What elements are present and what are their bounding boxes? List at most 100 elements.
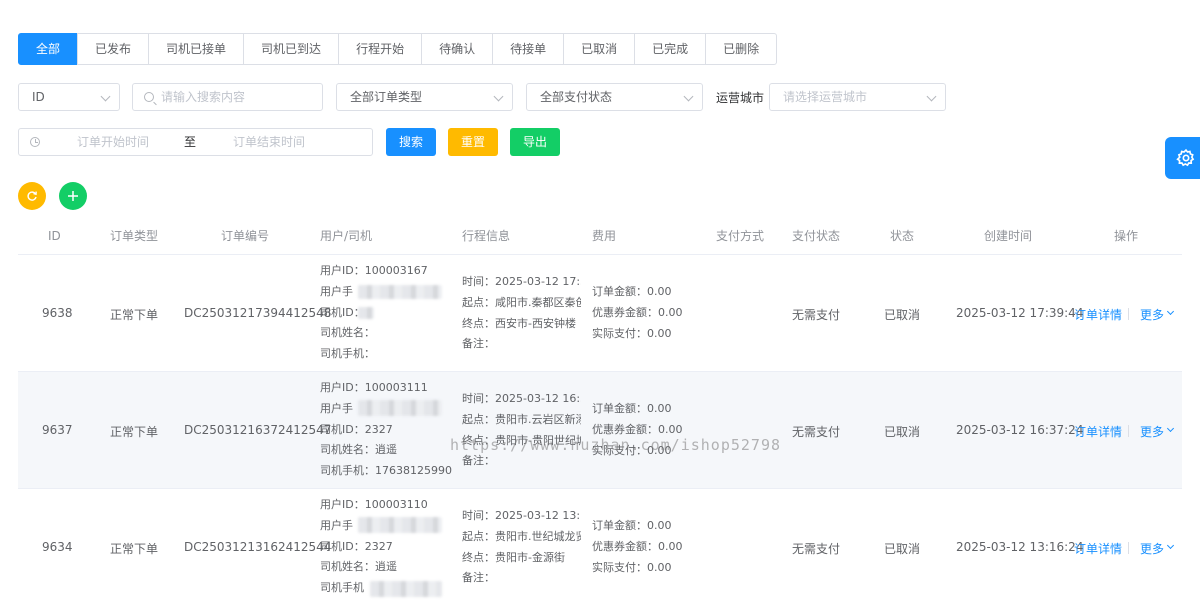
cell-order-type: 正常下单 — [110, 542, 159, 556]
tab-deleted[interactable]: 已删除 — [705, 33, 778, 65]
trip-start: 起点：贵阳市.云岩区新添 — [462, 412, 581, 426]
cell-status: 已取消 — [884, 542, 921, 556]
user-id: 用户ID：100003167 — [320, 264, 428, 277]
city-select[interactable]: 请选择运营城市 — [769, 83, 946, 111]
search-placeholder: 请输入搜索内容 — [161, 90, 246, 104]
clock-icon — [30, 137, 40, 147]
table-header: ID 订单类型 订单编号 用户/司机 行程信息 费用 支付方式 支付状态 状态 … — [18, 218, 1182, 255]
cell-status: 已取消 — [884, 308, 921, 322]
fee-order-amount: 订单金额：0.00 — [592, 402, 672, 415]
trip-time: 时间：2025-03-12 13:16: — [462, 509, 581, 522]
refresh-icon — [27, 191, 37, 201]
tab-pending-accept[interactable]: 待接单 — [492, 33, 565, 65]
trip-note: 备注： — [462, 337, 495, 351]
more-dropdown[interactable]: 更多 — [1140, 423, 1164, 440]
action-divider — [1128, 542, 1129, 554]
search-input[interactable]: 请输入搜索内容 — [132, 83, 323, 111]
refresh-button[interactable] — [18, 182, 46, 210]
tab-trip-started[interactable]: 行程开始 — [338, 33, 423, 65]
gear-icon — [1176, 148, 1195, 167]
col-trip-info: 行程信息 — [462, 229, 511, 243]
fee-paid-amount: 实际支付：0.00 — [592, 560, 672, 574]
cell-order-no: DC25031217394412548 — [184, 306, 332, 320]
user-id: 用户ID：100003111 — [320, 381, 428, 394]
cell-id: 9638 — [42, 306, 73, 320]
tab-driver-arrived[interactable]: 司机已到达 — [243, 33, 340, 65]
trip-note: 备注： — [462, 454, 495, 468]
redacted-driver-phone — [370, 581, 442, 597]
more-dropdown[interactable]: 更多 — [1140, 540, 1164, 557]
action-divider — [1128, 425, 1129, 437]
table-row: 9634 正常下单 DC25031213162412544 用户ID：10000… — [18, 489, 1182, 602]
chevron-down-icon — [1166, 541, 1175, 550]
tab-driver-accepted[interactable]: 司机已接单 — [148, 33, 245, 65]
date-range-picker[interactable]: 订单开始时间 至 订单结束时间 — [18, 128, 373, 156]
cell-pay-status: 无需支付 — [792, 542, 841, 556]
trip-time: 时间：2025-03-12 17:39: — [462, 275, 581, 288]
fee-order-amount: 订单金额：0.00 — [592, 519, 672, 532]
col-fee: 费用 — [592, 229, 617, 243]
cell-order-type: 正常下单 — [110, 425, 159, 439]
chevron-down-icon — [100, 91, 111, 102]
chevron-down-icon — [493, 91, 504, 102]
cell-created-at: 2025-03-12 16:37:24 — [956, 423, 1084, 437]
date-separator: 至 — [184, 135, 197, 149]
date-start-input[interactable]: 订单开始时间 — [77, 129, 149, 155]
table-row: 9638 正常下单 DC25031217394412548 用户ID：10000… — [18, 255, 1182, 372]
watermark: https://www.huzhan.com/ishop52798 — [450, 436, 782, 454]
order-type-select[interactable]: 全部订单类型 — [336, 83, 513, 111]
trip-end: 终点：贵阳市-金源街 — [462, 550, 565, 564]
cell-pay-status: 无需支付 — [792, 425, 841, 439]
fee-coupon-amount: 优惠券金额：0.00 — [592, 305, 683, 319]
order-detail-link[interactable]: 订单详情 — [1074, 306, 1122, 323]
cell-user-driver: 用户ID：100003111 用户手 司机ID：2327 司机姓名：逍遥 司机手… — [320, 378, 452, 482]
cell-id: 9634 — [42, 540, 73, 554]
chevron-down-icon — [1166, 424, 1175, 433]
settings-button[interactable] — [1165, 137, 1200, 179]
redacted-phone — [358, 400, 442, 416]
tab-cancelled[interactable]: 已取消 — [563, 33, 636, 65]
more-dropdown[interactable]: 更多 — [1140, 306, 1164, 323]
city-placeholder: 请选择运营城市 — [783, 90, 868, 104]
col-order-type: 订单类型 — [110, 229, 159, 243]
col-actions: 操作 — [1114, 229, 1139, 243]
tab-pending-confirm[interactable]: 待确认 — [421, 33, 494, 65]
order-detail-link[interactable]: 订单详情 — [1074, 423, 1122, 440]
redacted-id — [358, 307, 374, 319]
date-end-input[interactable]: 订单结束时间 — [233, 129, 305, 155]
tab-completed[interactable]: 已完成 — [634, 33, 707, 65]
cell-order-type: 正常下单 — [110, 308, 159, 322]
order-type-value: 全部订单类型 — [350, 90, 423, 104]
order-detail-link[interactable]: 订单详情 — [1074, 540, 1122, 557]
col-pay-status: 支付状态 — [792, 229, 841, 243]
chevron-down-icon — [1166, 307, 1175, 316]
city-label: 运营城市 — [716, 91, 765, 105]
plus-icon — [68, 191, 78, 201]
chevron-down-icon — [926, 91, 937, 102]
search-field-value: ID — [32, 90, 45, 104]
reset-button[interactable]: 重置 — [448, 128, 498, 156]
add-order-button[interactable] — [59, 182, 87, 210]
col-created-at: 创建时间 — [984, 229, 1033, 243]
col-order-no: 订单编号 — [221, 229, 270, 243]
driver-name: 司机姓名：逍遥 — [320, 443, 397, 457]
cell-fee: 订单金额：0.00 优惠券金额：0.00 实际支付：0.00 — [592, 516, 683, 578]
trip-start: 起点：咸阳市.秦都区秦创 — [462, 295, 581, 309]
cell-created-at: 2025-03-12 13:16:24 — [956, 540, 1084, 554]
cell-trip-info: 时间：2025-03-12 16:37: 起点：贵阳市.云岩区新添 终点：贵阳市… — [462, 389, 581, 472]
cell-fee: 订单金额：0.00 优惠券金额：0.00 实际支付：0.00 — [592, 282, 683, 344]
driver-name: 司机姓名： — [320, 326, 375, 340]
tab-published[interactable]: 已发布 — [77, 33, 150, 65]
search-button[interactable]: 搜索 — [386, 128, 436, 156]
export-button[interactable]: 导出 — [510, 128, 560, 156]
tab-all[interactable]: 全部 — [18, 33, 79, 65]
fee-order-amount: 订单金额：0.00 — [592, 285, 672, 298]
search-field-select[interactable]: ID — [18, 83, 120, 111]
col-status: 状态 — [890, 229, 915, 243]
pay-status-select[interactable]: 全部支付状态 — [526, 83, 703, 111]
trip-note: 备注： — [462, 571, 495, 585]
driver-id: 司机ID：2327 — [320, 422, 393, 436]
user-id: 用户ID：100003110 — [320, 498, 428, 511]
driver-name: 司机姓名：逍遥 — [320, 560, 397, 574]
table-row: 9637 正常下单 DC25031216372412547 用户ID：10000… — [18, 372, 1182, 489]
